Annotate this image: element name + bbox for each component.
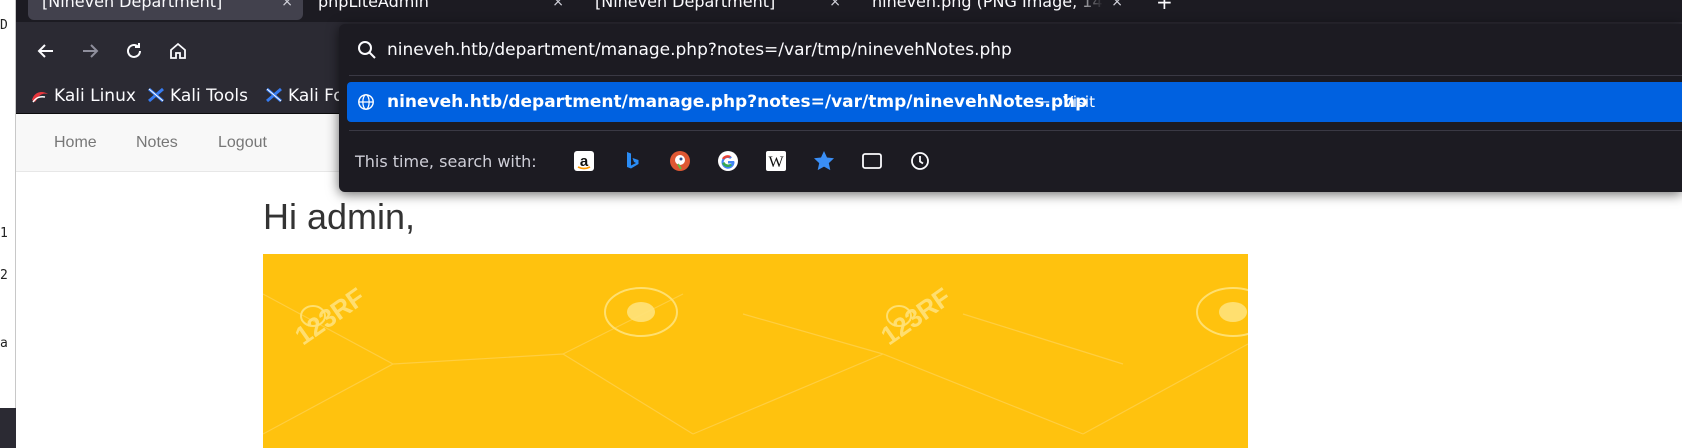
close-icon[interactable]: × [281,0,293,13]
tab-label: nineveh.png (PNG Image, 14 [872,0,1103,11]
new-tab-icon[interactable]: + [1156,0,1173,13]
google-icon[interactable] [715,148,741,174]
terminal-fragment: 1 [0,226,8,241]
tabs-icon[interactable] [859,148,885,174]
suggestion-separator: — [1035,92,1050,110]
globe-icon [358,94,374,110]
nav-link-notes[interactable]: Notes [136,134,178,152]
bookmark-kali-forums[interactable]: Kali Fo [264,84,344,108]
bookmark-kali-tools[interactable]: Kali Tools [146,84,248,108]
tab-label: [Nineveh Department] [595,0,776,11]
tab-label: phpLiteAdmin [318,0,429,11]
back-icon[interactable] [32,36,60,64]
reload-icon[interactable] [120,36,148,64]
wikipedia-icon[interactable]: W [763,148,789,174]
bookmark-kali-linux[interactable]: Kali Linux [30,84,136,108]
divider [349,130,1682,131]
terminal-fragment: a [0,336,8,351]
kali-tools-icon [148,87,164,103]
tab-strip: [Nineveh Department] × phpLiteAdmin × [N… [16,0,1682,22]
page-greeting: Hi admin, [263,196,416,237]
kali-dragon-icon [32,92,48,103]
url-dropdown-panel: nineveh.htb/department/manage.php?notes=… [339,24,1682,192]
close-icon[interactable]: × [829,0,841,13]
divider [349,75,1682,76]
svg-text:W: W [768,154,784,171]
search-with-label: This time, search with: [355,152,537,171]
bookmark-label: Kali Fo [288,86,344,106]
address-bar-text[interactable]: nineveh.htb/department/manage.php?notes=… [387,40,1012,60]
amazon-icon[interactable]: a [571,148,597,174]
bookmarks-star-icon[interactable] [811,148,837,174]
background-terminal: D 1 2 a [0,0,16,448]
home-icon[interactable] [164,36,192,64]
nav-link-logout[interactable]: Logout [218,134,267,152]
tab-nineveh-department-2[interactable]: [Nineveh Department] × [581,0,851,20]
address-bar[interactable]: nineveh.htb/department/manage.php?notes=… [339,24,1682,76]
bookmark-label: Kali Linux [54,86,136,106]
search-icon [358,41,376,59]
bookmark-label: Kali Tools [170,86,248,106]
tab-nineveh-png[interactable]: nineveh.png (PNG Image, 14 × [858,0,1133,20]
bing-icon[interactable] [619,148,645,174]
tab-phpliteadmin[interactable]: phpLiteAdmin × [304,0,574,20]
tab-nineveh-department[interactable]: [Nineveh Department] × [28,0,303,20]
terminal-footer [0,408,16,448]
banner-pattern: 123RF 123RF [263,282,1248,435]
duckduckgo-icon[interactable] [667,148,693,174]
nav-link-home[interactable]: Home [54,134,97,152]
kali-forums-icon [266,87,282,103]
tab-label: [Nineveh Department] [42,0,223,11]
close-icon[interactable]: × [1111,0,1123,13]
suggestion-action: Visit [1063,93,1095,111]
terminal-fragment: 2 [0,268,8,283]
url-suggestion-row[interactable]: nineveh.htb/department/manage.php?notes=… [347,82,1682,122]
suggestion-url: nineveh.htb/department/manage.php?notes=… [387,92,1088,112]
terminal-fragment: D [0,18,8,33]
screen: D 1 2 a [Nineveh Department] × phpLiteAd… [0,0,1682,448]
forward-icon[interactable] [76,36,104,64]
close-icon[interactable]: × [552,0,564,13]
history-clock-icon[interactable] [907,148,933,174]
banner-image: 123RF 123RF [263,254,1248,448]
